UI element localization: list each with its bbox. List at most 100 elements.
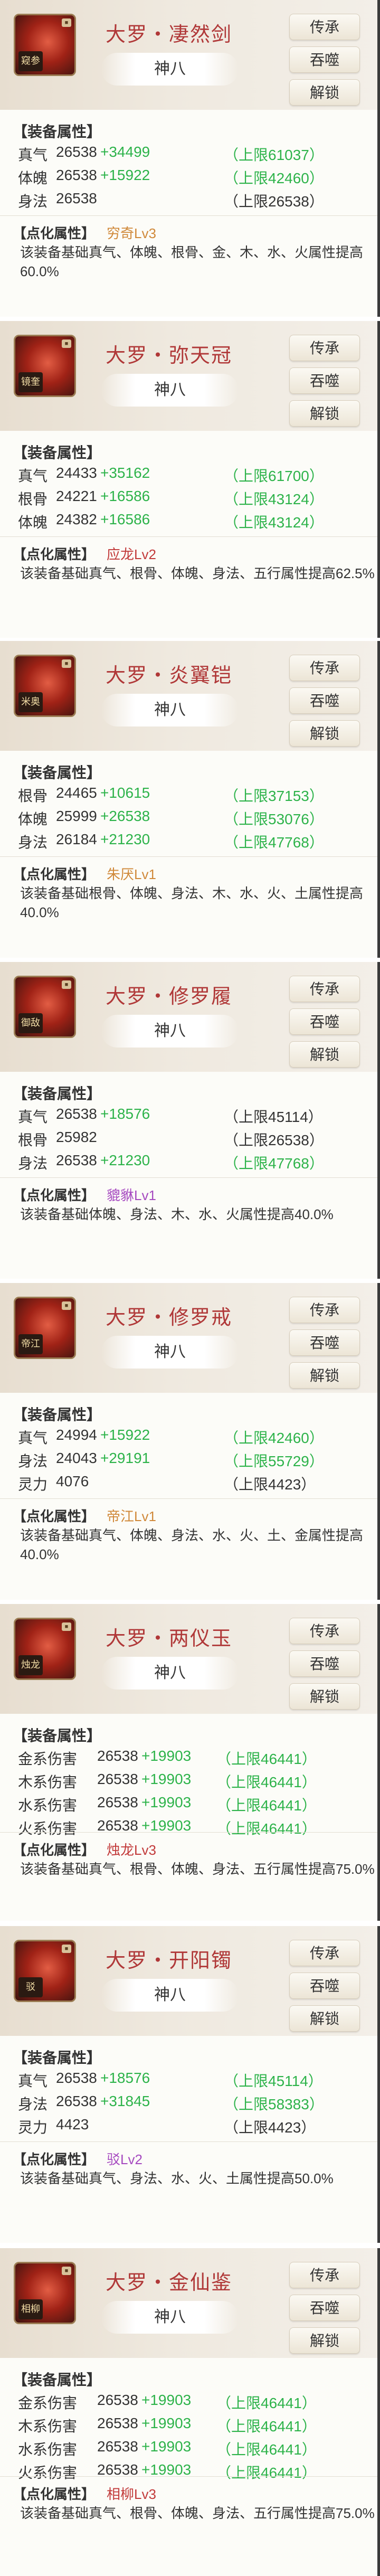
pass-on-button[interactable]: 传承: [289, 1297, 360, 1323]
equipment-icon[interactable]: 窥参 ■: [14, 14, 76, 76]
attr-name: 水系伤害: [18, 1797, 78, 1814]
equipment-icon[interactable]: 烛龙 ■: [14, 1618, 76, 1680]
dianhua-section: 【点化属性】 穷奇Lv3 该装备基础真气、体魄、根骨、金、木、水、火属性提高60.0…: [13, 224, 377, 281]
attr-value: 26538: [97, 2438, 138, 2455]
equipment-icon[interactable]: 驳 ■: [14, 1940, 76, 2002]
pass-on-button[interactable]: 传承: [289, 2262, 360, 2288]
attr-row: 根骨 25982 （上限26538）: [18, 1129, 366, 1148]
pass-on-button[interactable]: 传承: [289, 1940, 360, 1966]
attr-value: 24043: [56, 1450, 97, 1466]
attr-value: 26538: [56, 167, 97, 183]
attr-name: 体魄: [18, 811, 48, 827]
attr-name: 身法: [18, 834, 48, 851]
grade-label: 神八: [101, 2301, 239, 2334]
attr-bonus: +19903: [141, 2438, 192, 2455]
dianhua-text: 该装备基础真气、体魄、根骨、金、木、水、火属性提高60.0%: [20, 244, 364, 279]
attr-value: 26184: [56, 831, 97, 847]
pass-on-button[interactable]: 传承: [289, 335, 360, 361]
unlock-button[interactable]: 解锁: [289, 1041, 360, 1068]
devour-button[interactable]: 吞噬: [289, 687, 360, 714]
attr-name: 真气: [18, 1109, 48, 1125]
attr-row: 金系伤害 26538 +19903 （上限46441）: [18, 1748, 366, 1767]
equipment-icon[interactable]: 镜奎 ■: [14, 335, 76, 397]
attr-limit: （上限47768）: [224, 1155, 324, 1172]
devour-button[interactable]: 吞噬: [289, 46, 360, 73]
pass-on-button[interactable]: 传承: [289, 655, 360, 681]
grade-label: 神八: [101, 1979, 239, 2012]
attr-row: 灵力 4076 （上限4423）: [18, 1473, 366, 1493]
attr-bonus: +16586: [100, 488, 150, 504]
attr-row: 体魄 24382 +16586 （上限43124）: [18, 511, 366, 531]
attr-limit: （上限55729）: [224, 1453, 324, 1469]
unlock-button[interactable]: 解锁: [289, 400, 360, 427]
pass-on-button[interactable]: 传承: [289, 1618, 360, 1644]
equipment-icon[interactable]: 帝江 ■: [14, 1297, 76, 1359]
attr-row: 身法 26538 +31845 （上限58383）: [18, 2093, 366, 2112]
attr-name: 火系伤害: [18, 1820, 78, 1837]
pass-on-button[interactable]: 传承: [289, 14, 360, 40]
attr-limit: （上限42460）: [224, 170, 324, 186]
attr-value: 26538: [97, 1748, 138, 1764]
dianhua-text: 该装备基础根骨、体魄、身法、木、水、火、土属性提高40.0%: [20, 885, 364, 920]
attr-name: 身法: [18, 1155, 48, 1172]
equipment-card: 帝江 ■ 大罗・修罗戒 神八 传承 吞噬 解锁 【装备属性】 真气 24994 +15922 （上限4…: [0, 1283, 380, 1600]
equipment-icon[interactable]: 相柳 ■: [14, 2262, 76, 2324]
attr-bonus: +10615: [100, 785, 150, 801]
attr-row: 真气 26538 +18576 （上限45114）: [18, 1106, 366, 1125]
attr-limit: （上限46441）: [216, 2395, 317, 2411]
equipment-icon[interactable]: 御敌 ■: [14, 976, 76, 1038]
unlock-button[interactable]: 解锁: [289, 2327, 360, 2354]
attr-value: 24382: [56, 511, 97, 527]
equipment-title: 大罗・开阳镯: [106, 1949, 233, 1972]
attr-bonus: +16586: [100, 511, 150, 527]
attr-value: 26538: [97, 2415, 138, 2431]
devour-button[interactable]: 吞噬: [289, 367, 360, 394]
attr-name: 真气: [18, 147, 48, 163]
dianhua-header: 【点化属性】: [13, 2152, 96, 2167]
attr-name: 身法: [18, 2096, 48, 2112]
attr-limit: （上限61700）: [224, 468, 324, 484]
attr-limit: （上限26538）: [224, 1132, 324, 1148]
attr-limit: （上限46441）: [216, 2465, 317, 2481]
attrs-header: 【装备属性】: [13, 2372, 102, 2388]
unlock-button[interactable]: 解锁: [289, 79, 360, 106]
attr-bonus: +18576: [100, 2070, 150, 2086]
attr-limit: （上限61037）: [224, 147, 324, 163]
attr-name: 根骨: [18, 1132, 48, 1148]
attr-name: 金系伤害: [18, 2395, 78, 2411]
equipment-title: 大罗・凄然剑: [106, 23, 233, 46]
equipment-title: 大罗・修罗履: [106, 985, 233, 1008]
screen-edge: [377, 0, 380, 317]
screen-edge: [377, 321, 380, 638]
pass-on-button[interactable]: 传承: [289, 976, 360, 1002]
attr-limit: （上限45114）: [224, 1109, 323, 1125]
devour-button[interactable]: 吞噬: [289, 2295, 360, 2321]
unlock-button[interactable]: 解锁: [289, 720, 360, 747]
attr-name: 灵力: [18, 2119, 48, 2136]
equipment-card: 烛龙 ■ 大罗・两仪玉 神八 传承 吞噬 解锁 【装备属性】 金系伤害 26538 +19903 （上…: [0, 1604, 380, 1921]
attr-name: 身法: [18, 1453, 48, 1469]
attr-limit: （上限4423）: [224, 2119, 316, 2136]
lock-icon: ■: [62, 659, 71, 668]
dianhua-text: 该装备基础真气、根骨、体魄、身法、五行属性提高62.5%: [20, 565, 375, 581]
devour-button[interactable]: 吞噬: [289, 1008, 360, 1035]
lock-icon: ■: [62, 2267, 71, 2275]
devour-button[interactable]: 吞噬: [289, 1650, 360, 1677]
lock-icon: ■: [62, 980, 71, 989]
equipment-title: 大罗・修罗戒: [106, 1306, 233, 1329]
devour-button[interactable]: 吞噬: [289, 1329, 360, 1356]
attr-value: 26538: [56, 1152, 97, 1168]
attr-value: 26538: [56, 190, 97, 206]
screen-edge: [377, 1926, 380, 2243]
unlock-button[interactable]: 解锁: [289, 1362, 360, 1389]
dianhua-level: 烛龙Lv3: [107, 1842, 156, 1858]
attr-limit: （上限45114）: [224, 2073, 323, 2089]
unlock-button[interactable]: 解锁: [289, 2005, 360, 2032]
attrs-header: 【装备属性】: [13, 765, 102, 781]
devour-button[interactable]: 吞噬: [289, 1973, 360, 1999]
dianhua-text: 该装备基础体魄、身法、木、水、火属性提高40.0%: [20, 1206, 334, 1222]
lock-icon: ■: [62, 1301, 71, 1310]
equipment-title: 大罗・两仪玉: [106, 1627, 233, 1650]
unlock-button[interactable]: 解锁: [289, 1683, 360, 1710]
equipment-icon[interactable]: 米奥 ■: [14, 655, 76, 717]
